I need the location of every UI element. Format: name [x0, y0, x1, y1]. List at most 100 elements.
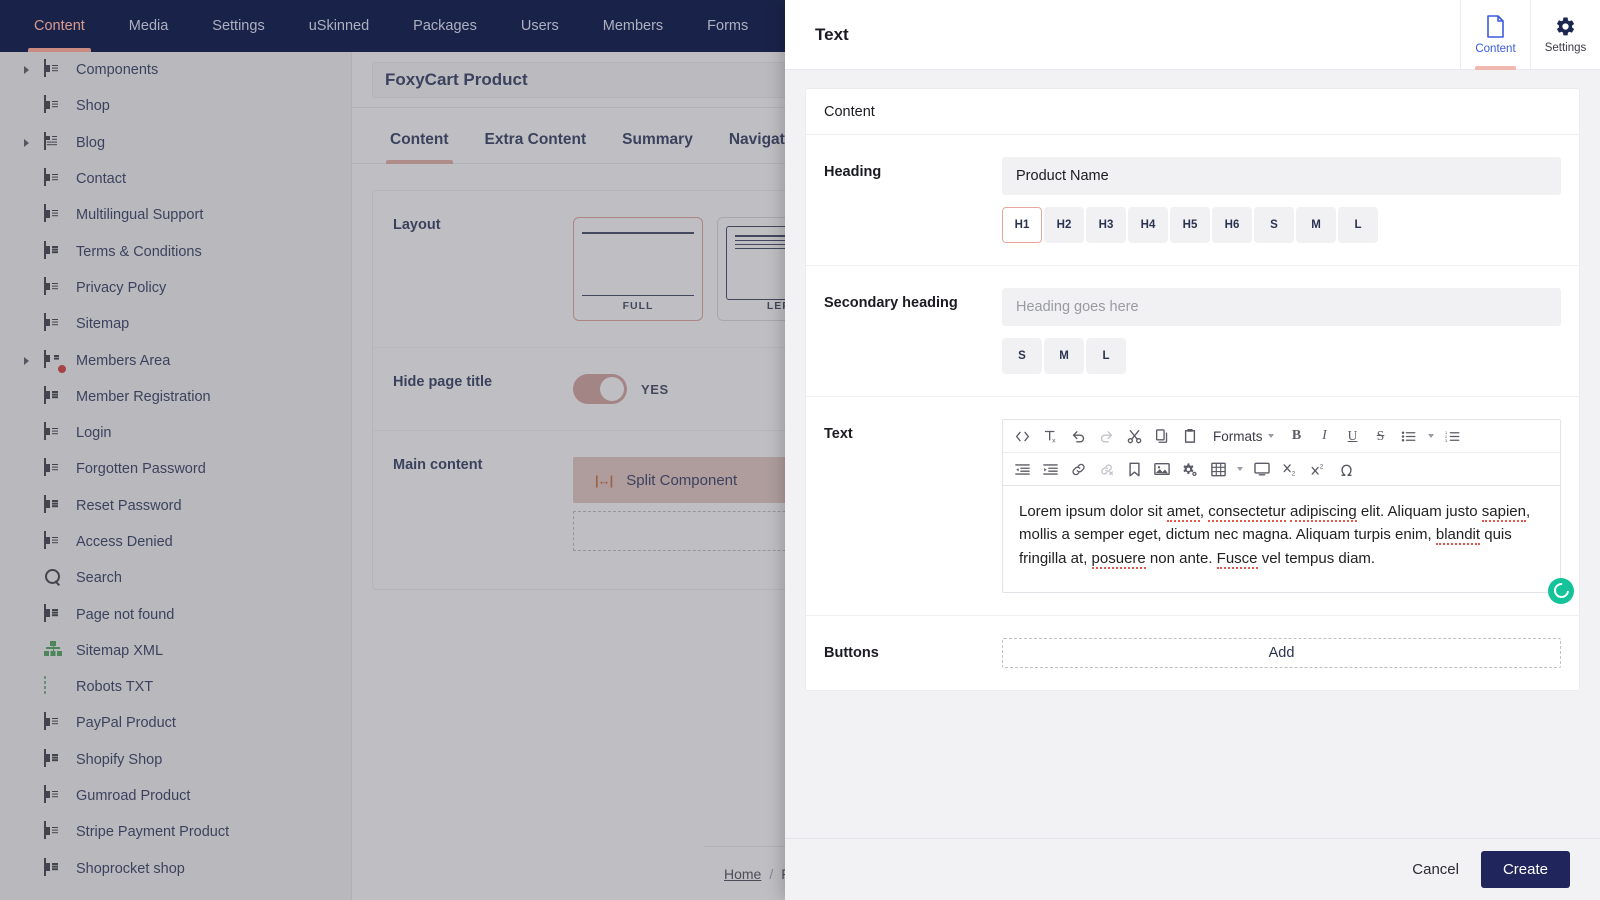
secondary-heading-size-s[interactable]: S	[1002, 338, 1042, 374]
heading-size-h6[interactable]: H6	[1212, 207, 1252, 243]
sidebar-item-label: Shopify Shop	[76, 752, 162, 768]
sidebar-item-sitemap[interactable]: Sitemap	[0, 306, 351, 342]
heading-size-m[interactable]: M	[1296, 207, 1336, 243]
heading-size-chipset: H1H2H3H4H5H6SML	[1002, 207, 1561, 243]
tree-expand-arrow-icon	[20, 534, 36, 550]
sidebar-item-stripe-payment-product[interactable]: Stripe Payment Product	[0, 814, 351, 850]
sidebar-item-gumroad-product[interactable]: Gumroad Product	[0, 778, 351, 814]
sidebar-item-sitemap-xml[interactable]: Sitemap XML	[0, 633, 351, 669]
sidebar-item-multilingual-support[interactable]: Multilingual Support	[0, 197, 351, 233]
italic-icon[interactable]: I	[1312, 423, 1338, 449]
sidebar-item-robots-txt[interactable]: Robots TXT	[0, 669, 351, 705]
heading-size-l[interactable]: L	[1338, 207, 1378, 243]
heading-size-h4[interactable]: H4	[1128, 207, 1168, 243]
heading-size-h5[interactable]: H5	[1170, 207, 1210, 243]
heading-input[interactable]	[1002, 157, 1561, 195]
table-icon[interactable]	[1205, 456, 1231, 482]
tree-expand-arrow-icon[interactable]	[20, 353, 36, 369]
content-tree-sidebar[interactable]: Components ShopBlogContactMultilingual Su…	[0, 52, 352, 900]
indent-icon[interactable]	[1037, 456, 1063, 482]
special-character-icon[interactable]	[1333, 456, 1359, 482]
superscript-icon[interactable]: 2	[1305, 456, 1331, 482]
sidebar-item-contact[interactable]: Contact	[0, 161, 351, 197]
create-button[interactable]: Create	[1481, 851, 1570, 888]
bullet-list-icon[interactable]	[1396, 423, 1422, 449]
sidebar-item-components[interactable]: Components	[0, 52, 351, 88]
tab-summary[interactable]: Summary	[604, 131, 711, 163]
content-card: Content Heading H1H2H3H4H5H6SML Secondar…	[805, 88, 1580, 691]
copy-icon[interactable]	[1149, 423, 1175, 449]
sidebar-item-paypal-product[interactable]: PayPal Product	[0, 705, 351, 741]
sidebar-item-member-registration[interactable]: Member Registration	[0, 379, 351, 415]
heading-size-h3[interactable]: H3	[1086, 207, 1126, 243]
sidebar-item-privacy-policy[interactable]: Privacy Policy	[0, 270, 351, 306]
clear-formatting-icon[interactable]: x	[1037, 423, 1063, 449]
add-button[interactable]: Add	[1002, 638, 1561, 668]
secondary-heading-input[interactable]	[1002, 288, 1561, 326]
heading-size-h2[interactable]: H2	[1044, 207, 1084, 243]
cancel-button[interactable]: Cancel	[1412, 861, 1459, 878]
heading-size-s[interactable]: S	[1254, 207, 1294, 243]
editor-content-area[interactable]: Lorem ipsum dolor sit amet, consectetur …	[1003, 486, 1560, 592]
media-embed-icon[interactable]	[1249, 456, 1275, 482]
paste-icon[interactable]	[1177, 423, 1203, 449]
sidebar-item-terms-conditions[interactable]: Terms & Conditions	[0, 233, 351, 269]
image-icon[interactable]	[1149, 456, 1175, 482]
topnav-item-packages[interactable]: Packages	[391, 0, 499, 52]
topnav-item-settings[interactable]: Settings	[190, 0, 286, 52]
underline-icon[interactable]: U	[1340, 423, 1366, 449]
sidebar-item-login[interactable]: Login	[0, 415, 351, 451]
chevron-down-icon	[1428, 434, 1434, 438]
outdent-icon[interactable]	[1009, 456, 1035, 482]
sidebar-item-access-denied[interactable]: Access Denied	[0, 524, 351, 560]
redo-icon[interactable]	[1093, 423, 1119, 449]
split-arrows-icon: |↔|	[595, 473, 612, 488]
sidebar-item-members-area[interactable]: Members Area	[0, 342, 351, 378]
sidebar-item-blog[interactable]: Blog	[0, 125, 351, 161]
sidebar-item-shoprocket-shop[interactable]: Shoprocket shop	[0, 851, 351, 887]
bullet-list-dropdown[interactable]	[1424, 423, 1438, 449]
tree-expand-arrow-icon[interactable]	[20, 135, 36, 151]
grammarly-icon[interactable]	[1548, 578, 1574, 604]
sidebar-item-shopify-shop[interactable]: Shopify Shop	[0, 742, 351, 778]
subscript-icon[interactable]: 2	[1277, 456, 1303, 482]
topnav-item-forms[interactable]: Forms	[685, 0, 770, 52]
topnav-item-members[interactable]: Members	[581, 0, 685, 52]
numbered-list-icon[interactable]: 123	[1440, 423, 1466, 449]
sidebar-item-forgotten-password[interactable]: Forgotten Password	[0, 451, 351, 487]
macro-icon[interactable]	[1177, 456, 1203, 482]
unlink-icon[interactable]	[1093, 456, 1119, 482]
link-icon[interactable]	[1065, 456, 1091, 482]
anchor-icon[interactable]	[1121, 456, 1147, 482]
hide-page-title-toggle[interactable]	[573, 374, 627, 404]
source-code-icon[interactable]	[1009, 423, 1035, 449]
bold-icon[interactable]: B	[1284, 423, 1310, 449]
tree-expand-arrow-icon[interactable]	[20, 62, 36, 78]
sidebar-item-page-not-found[interactable]: Page not found	[0, 596, 351, 632]
topnav-item-content[interactable]: Content	[12, 0, 107, 52]
spellcheck-word: Fusce	[1217, 550, 1258, 569]
secondary-heading-size-m[interactable]: M	[1044, 338, 1084, 374]
layout-option-full[interactable]: FULL	[573, 217, 703, 321]
heading-size-h1[interactable]: H1	[1002, 207, 1042, 243]
cut-icon[interactable]	[1121, 423, 1147, 449]
tab-extra-content[interactable]: Extra Content	[467, 131, 605, 163]
topnav-item-media[interactable]: Media	[107, 0, 191, 52]
sidebar-item-reset-password[interactable]: Reset Password	[0, 488, 351, 524]
sidebar-item-label: Components	[76, 62, 158, 78]
table-dropdown[interactable]	[1233, 456, 1247, 482]
tree-expand-arrow-icon	[20, 389, 36, 405]
sidebar-item-search[interactable]: Search	[0, 560, 351, 596]
dialog-tab-content[interactable]: Content	[1460, 0, 1530, 70]
undo-icon[interactable]	[1065, 423, 1091, 449]
secondary-heading-size-l[interactable]: L	[1086, 338, 1126, 374]
sidebar-item-shop[interactable]: Shop	[0, 88, 351, 124]
svg-text:x: x	[1052, 437, 1056, 444]
dialog-tab-settings[interactable]: Settings	[1530, 0, 1600, 70]
strikethrough-icon[interactable]: S	[1368, 423, 1394, 449]
breadcrumb-home[interactable]: Home	[724, 866, 761, 882]
formats-dropdown[interactable]: Formats	[1205, 423, 1282, 449]
topnav-item-uskinned[interactable]: uSkinned	[287, 0, 391, 52]
tab-content[interactable]: Content	[372, 131, 467, 163]
topnav-item-users[interactable]: Users	[499, 0, 581, 52]
